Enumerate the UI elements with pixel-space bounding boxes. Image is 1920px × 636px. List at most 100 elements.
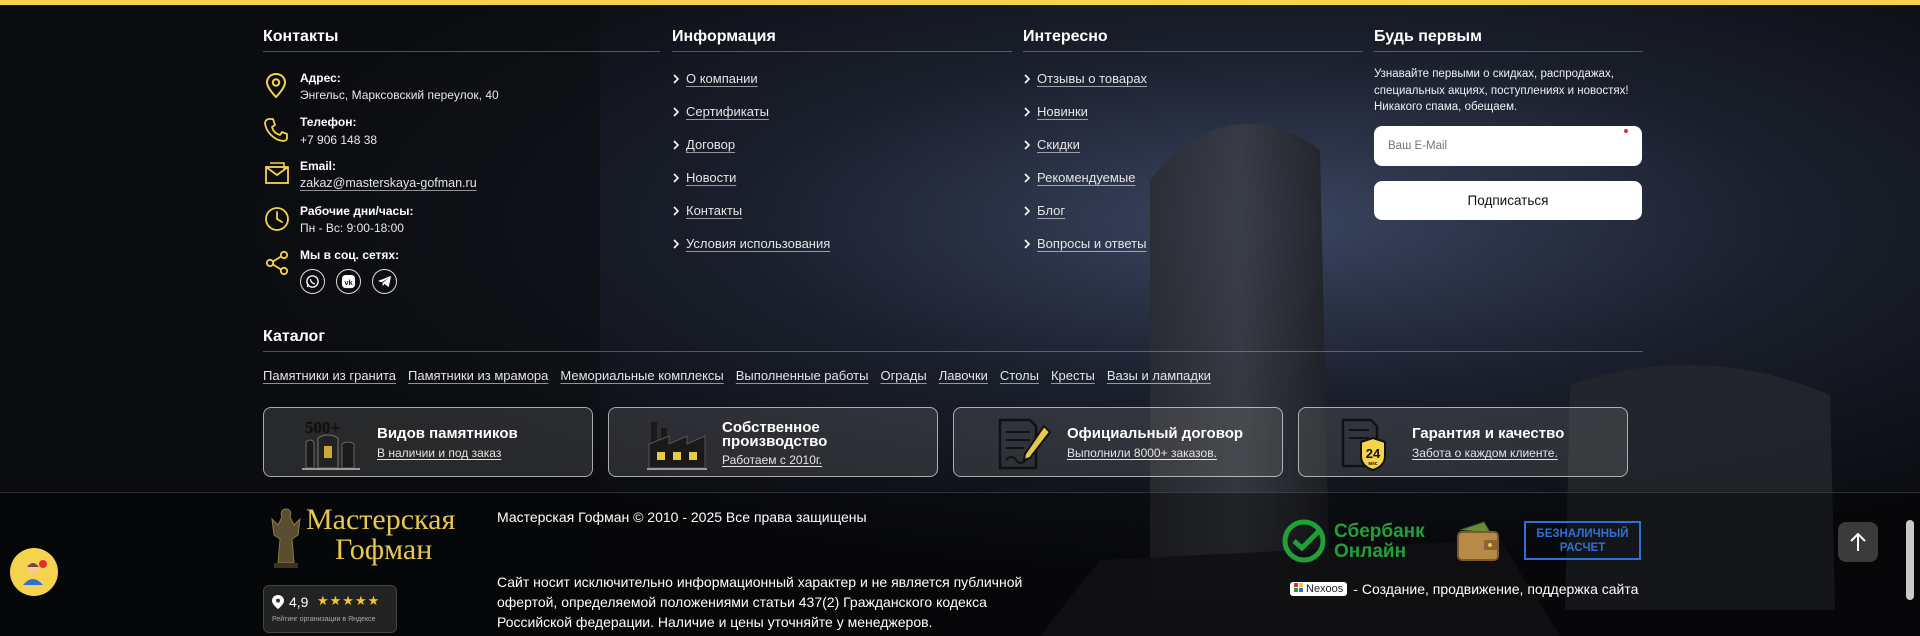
svg-text:500+: 500+ (305, 418, 340, 437)
catalog-link[interactable]: Кресты (1051, 368, 1095, 383)
feature-subtitle: Выполнили 8000+ заказов. (1067, 446, 1217, 460)
vk-icon[interactable]: vk (336, 269, 361, 294)
feature-subtitle: Работаем с 2010г. (722, 453, 823, 467)
chat-widget-button[interactable] (10, 548, 58, 596)
nexoos-logo[interactable]: Nexoos (1290, 582, 1348, 596)
chevron-right-icon (1024, 172, 1031, 183)
interesting-nav-link[interactable]: Скидки (1037, 137, 1080, 152)
whatsapp-icon[interactable] (300, 269, 325, 294)
catalog-heading: Каталог (263, 328, 325, 345)
info-nav-item[interactable]: Договор (672, 137, 735, 152)
rating-caption: Рейтинг организации в Яндексе (272, 616, 376, 623)
info-nav-link[interactable]: Контакты (686, 203, 742, 218)
logo-text-line2: Гофман (335, 533, 433, 566)
logo-text-line1: Мастерская (306, 503, 456, 536)
info-nav-item[interactable]: О компании (672, 71, 758, 86)
yandex-rating-badge[interactable]: 4,9 ★★★★★ Рейтинг организации в Яндексе (263, 585, 397, 633)
catalog-link[interactable]: Столы (1000, 368, 1039, 383)
address-value: Энгельс, Марксовский переулок, 40 (300, 88, 499, 102)
chevron-right-icon (673, 106, 680, 117)
chevron-right-icon (1024, 106, 1031, 117)
catalog-link[interactable]: Выполненные работы (736, 368, 869, 383)
share-icon (265, 250, 289, 276)
contract-icon (998, 418, 1052, 470)
feature-card-warranty[interactable]: 24 мес Гарантия и качество Забота о кажд… (1298, 407, 1628, 477)
catalog-link[interactable]: Вазы и лампадки (1107, 368, 1211, 383)
required-marker (1624, 129, 1628, 133)
telegram-icon[interactable] (372, 269, 397, 294)
info-nav-item[interactable]: Сертификаты (672, 104, 769, 119)
sberbank-icon (1282, 519, 1326, 563)
phone-value[interactable]: +7 906 148 38 (300, 133, 377, 147)
email-label: Email: (300, 159, 337, 173)
site-logo[interactable]: Мастерская Гофман (268, 503, 468, 571)
chevron-right-icon (1024, 139, 1031, 150)
interesting-nav-item[interactable]: Рекомендуемые (1023, 170, 1135, 185)
catalog-divider (263, 351, 1643, 352)
chevron-right-icon (1024, 238, 1031, 249)
arrow-up-icon (1850, 532, 1866, 551)
catalog-link[interactable]: Ограды (880, 368, 926, 383)
interesting-divider (1023, 51, 1363, 52)
monument-types-icon: 500+ (302, 418, 360, 470)
feature-title: Официальный договор (1067, 425, 1244, 442)
info-nav-link[interactable]: Условия использования (686, 236, 830, 251)
hours-value: Пн - Вс: 9:00-18:00 (300, 221, 404, 235)
catalog-link[interactable]: Памятники из гранита (263, 368, 396, 383)
feature-card-contract[interactable]: Официальный договор Выполнили 8000+ зака… (953, 407, 1283, 477)
catalog-link[interactable]: Мемориальные комплексы (560, 368, 723, 383)
warranty-icon: 24 мес (1341, 418, 1386, 472)
info-nav-item[interactable]: Новости (672, 170, 736, 185)
info-nav-link[interactable]: О компании (686, 71, 758, 86)
info-nav-link[interactable]: Сертификаты (686, 104, 769, 119)
interesting-nav-link[interactable]: Отзывы о товарах (1037, 71, 1147, 86)
interesting-nav-link[interactable]: Рекомендуемые (1037, 170, 1135, 185)
subscribe-divider (1374, 51, 1643, 52)
disclaimer-text: Сайт носит исключительно информационный … (497, 574, 1023, 630)
subscribe-heading: Будь первым (1374, 28, 1482, 45)
developer-text: - Создание, продвижение, поддержка сайта (1353, 581, 1639, 597)
developer-credit: Nexoos - Создание, продвижение, поддержк… (1290, 580, 1638, 598)
interesting-heading: Интересно (1023, 28, 1108, 45)
map-pin-icon (272, 595, 284, 609)
angel-statue-icon (271, 508, 301, 568)
catalog-link[interactable]: Лавочки (939, 368, 988, 383)
interesting-nav-item[interactable]: Отзывы о товарах (1023, 71, 1147, 86)
catalog-link[interactable]: Памятники из мрамора (408, 368, 548, 383)
svg-text:24: 24 (1366, 446, 1381, 461)
info-nav-item[interactable]: Условия использования (672, 236, 830, 251)
email-icon (265, 162, 289, 184)
interesting-nav-item[interactable]: Вопросы и ответы (1023, 236, 1146, 251)
info-heading: Информация (672, 28, 776, 45)
interesting-nav-item[interactable]: Новинки (1023, 104, 1088, 119)
info-nav-item[interactable]: Контакты (672, 203, 742, 218)
interesting-nav-item[interactable]: Блог (1023, 203, 1065, 218)
feature-subtitle: Забота о каждом клиенте. (1412, 446, 1558, 460)
feature-title: Видов памятников (377, 425, 518, 442)
address-label: Адрес: (300, 71, 341, 85)
chevron-right-icon (673, 73, 680, 84)
contacts-heading: Контакты (263, 28, 339, 45)
feature-card-production[interactable]: Собственное производство Работаем с 2010… (608, 407, 938, 477)
subscribe-text: Узнавайте первыми о скидках, распродажах… (1374, 68, 1629, 113)
interesting-nav-link[interactable]: Вопросы и ответы (1037, 236, 1146, 251)
scrollbar-thumb[interactable] (1906, 520, 1914, 600)
clock-icon (265, 207, 289, 231)
hours-label: Рабочие дни/часы: (300, 204, 414, 218)
chevron-right-icon (673, 139, 680, 150)
subscribe-button[interactable]: Подписаться (1374, 181, 1642, 220)
email-link[interactable]: zakaz@masterskaya-gofman.ru (300, 176, 477, 190)
email-input[interactable] (1386, 126, 1620, 166)
info-nav-link[interactable]: Новости (686, 170, 736, 185)
copyright-text: Мастерская Гофман © 2010 - 2025 Все прав… (497, 509, 867, 525)
svg-text:vk: vk (344, 278, 353, 287)
info-nav-link[interactable]: Договор (686, 137, 735, 152)
top-accent-line (0, 0, 1920, 5)
scroll-to-top-button[interactable] (1838, 522, 1878, 562)
interesting-nav-link[interactable]: Новинки (1037, 104, 1088, 119)
factory-icon (647, 422, 707, 470)
interesting-nav-link[interactable]: Блог (1037, 203, 1065, 218)
interesting-nav-item[interactable]: Скидки (1023, 137, 1080, 152)
feature-card-monuments[interactable]: 500+ Видов памятников В наличии и под за… (263, 407, 593, 477)
feature-title-line2: производство (722, 433, 828, 450)
